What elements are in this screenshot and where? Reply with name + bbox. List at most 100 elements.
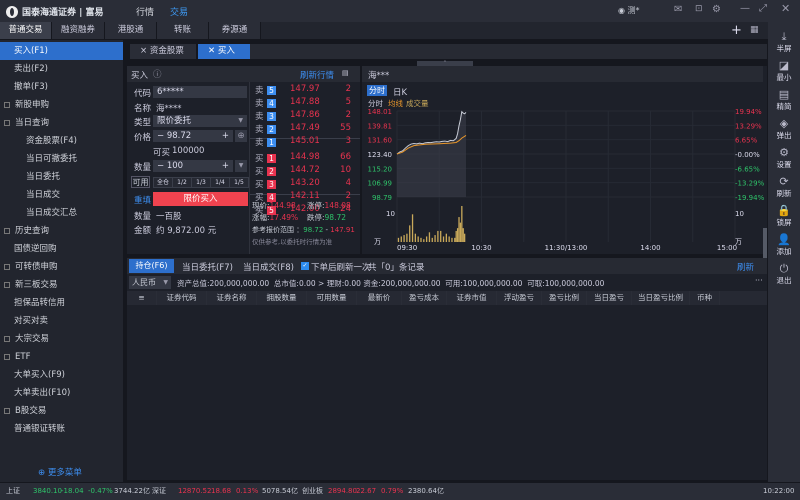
bid-row[interactable]: 买 1 144.98 66 <box>255 152 355 165</box>
toolbar-button[interactable]: ▤ 精简 <box>768 88 800 112</box>
tab-transfer[interactable]: 转账 <box>157 22 209 39</box>
column-header[interactable]: 证券代码 <box>157 291 207 305</box>
position-fraction-button[interactable]: 1/5 <box>229 177 249 188</box>
nav-trade[interactable]: 交易 <box>170 5 188 18</box>
settings-icon[interactable]: ⚙ <box>712 4 721 15</box>
column-header[interactable]: 证券名称 <box>207 291 257 305</box>
nav-market[interactable]: 行情 <box>136 5 154 18</box>
column-settings-icon[interactable]: ≡ <box>127 291 157 305</box>
tab-funds-stocks[interactable]: × 资金股票 <box>130 44 196 59</box>
tab-today-trades[interactable]: 当日成交(F8) <box>243 261 294 273</box>
toolbar-button[interactable]: 🔒 锁屏 <box>768 204 800 228</box>
expand-icon[interactable] <box>4 281 10 288</box>
toolbar-button[interactable]: ⚙ 设置 <box>768 146 800 170</box>
column-header[interactable]: 可用数量 <box>307 291 357 305</box>
close-tab-icon[interactable]: ✕ <box>208 46 218 56</box>
column-header[interactable]: 当日盈亏比例 <box>632 291 690 305</box>
tab-buy[interactable]: ✕ 买入 <box>198 44 250 59</box>
position-fraction-button[interactable]: 全仓 <box>153 177 173 188</box>
sidebar-item[interactable]: ETF <box>0 348 123 366</box>
refresh-quote-link[interactable]: 刷新行情 <box>300 69 334 81</box>
sidebar-item[interactable]: 对买对卖 <box>0 312 123 330</box>
toolbar-button[interactable]: ⤓ 半屏 <box>768 30 800 54</box>
toolbar-button[interactable]: ⏻ 退出 <box>768 262 800 286</box>
limit-buy-button[interactable]: 限价买入 <box>153 192 248 206</box>
available-button[interactable]: 可用 <box>131 176 150 188</box>
plus-icon[interactable]: + <box>222 130 229 142</box>
position-fraction-button[interactable]: 1/2 <box>172 177 192 188</box>
sidebar-item[interactable]: 新三板交易 <box>0 276 123 294</box>
ask-row[interactable]: 卖 2 147.49 55 <box>255 123 355 136</box>
sidebar-item[interactable]: 大单卖出(F10) <box>0 384 123 402</box>
sidebar-item[interactable]: 大单买入(F9) <box>0 366 123 384</box>
toolbar-button[interactable]: ⟳ 刷新 <box>768 175 800 199</box>
qty-stepper[interactable]: − 100 + <box>153 160 233 172</box>
bid-row[interactable]: 买 2 144.72 10 <box>255 165 355 178</box>
expand-icon[interactable] <box>4 335 10 342</box>
minus-icon[interactable]: − <box>157 131 167 141</box>
lock-icon[interactable]: ⊡ <box>695 4 703 14</box>
code-input[interactable]: 6***** <box>153 86 247 98</box>
expand-icon[interactable] <box>4 227 10 234</box>
more-icon[interactable]: ··· <box>755 276 763 285</box>
add-tab-icon[interactable]: + <box>731 23 742 38</box>
position-fraction-button[interactable]: 1/4 <box>210 177 230 188</box>
tab-normal-trade[interactable]: 普通交易 <box>0 22 52 39</box>
sidebar-item[interactable]: 大宗交易 <box>0 330 123 348</box>
ask-row[interactable]: 卖 5 147.97 2 <box>255 84 355 97</box>
sidebar-item[interactable]: 当日可撤委托 <box>0 150 123 168</box>
user-menu[interactable]: ◉ 测* <box>618 5 640 16</box>
sidebar-item[interactable]: 当日成交 <box>0 186 123 204</box>
tab-hk-connect[interactable]: 港股通 <box>105 22 157 39</box>
sidebar-item[interactable]: 当日查询 <box>0 114 123 132</box>
plus-icon[interactable]: + <box>222 160 229 172</box>
minimize-button[interactable]: — <box>740 3 750 14</box>
more-menu-button[interactable]: ⊕ 更多菜单 <box>38 464 82 482</box>
refresh-positions-link[interactable]: 刷新 <box>737 261 754 273</box>
expand-icon[interactable] <box>4 353 10 360</box>
price-stepper[interactable]: − 98.72 + <box>153 130 233 142</box>
sidebar-item[interactable]: 当日委托 <box>0 168 123 186</box>
tab-securities-source[interactable]: 券源通 <box>209 22 261 39</box>
sidebar-item[interactable]: 普通银证转账 <box>0 420 123 438</box>
minus-icon[interactable]: − <box>157 161 167 171</box>
refresh-after-checkbox[interactable]: ✓ <box>301 262 309 270</box>
expand-icon[interactable] <box>4 119 10 126</box>
bid-row[interactable]: 买 3 143.20 4 <box>255 178 355 191</box>
sidebar-item[interactable]: 撤单(F3) <box>0 78 123 96</box>
sidebar-item[interactable]: 新股申购 <box>0 96 123 114</box>
column-header[interactable]: 盈亏比例 <box>542 291 587 305</box>
sidebar-item[interactable]: 资金股票(F4) <box>0 132 123 150</box>
tab-today-orders[interactable]: 当日委托(F7) <box>182 261 233 273</box>
position-fraction-button[interactable]: 1/3 <box>191 177 211 188</box>
reset-button[interactable]: 重填 <box>134 194 151 206</box>
scrollbar[interactable] <box>763 228 767 258</box>
toolbar-button[interactable]: 👤 添加 <box>768 233 800 257</box>
expand-icon[interactable] <box>4 407 10 414</box>
sidebar-item[interactable]: 担保品转信用 <box>0 294 123 312</box>
sidebar-item[interactable]: 可转债申购 <box>0 258 123 276</box>
order-type-select[interactable]: 限价委托 ▼ <box>153 115 247 127</box>
close-tab-icon[interactable]: × <box>140 46 150 56</box>
sidebar-item[interactable]: 历史查询 <box>0 222 123 240</box>
sidebar-item[interactable]: 买入(F1) <box>0 42 123 60</box>
column-header[interactable]: 币种 <box>690 291 720 305</box>
close-button[interactable]: ✕ <box>781 2 790 15</box>
column-header[interactable]: 拥股数量 <box>257 291 307 305</box>
column-header[interactable]: 证券市值 <box>447 291 497 305</box>
price-pick-icon[interactable]: ⊕ <box>235 130 247 142</box>
toolbar-button[interactable]: ◈ 弹出 <box>768 117 800 141</box>
column-header[interactable]: 盈亏成本 <box>402 291 447 305</box>
expand-icon[interactable] <box>4 101 10 108</box>
sidebar-item[interactable]: 当日成交汇总 <box>0 204 123 222</box>
quote-settings-icon[interactable]: ▤ <box>342 69 349 77</box>
sidebar-item[interactable]: 国债逆回购 <box>0 240 123 258</box>
ask-row[interactable]: 卖 3 147.86 2 <box>255 110 355 123</box>
column-header[interactable]: 浮动盈亏 <box>497 291 542 305</box>
sidebar-item[interactable]: 卖出(F2) <box>0 60 123 78</box>
tab-holdings[interactable]: 持仓(F6) <box>129 259 174 273</box>
info-icon[interactable]: ⓘ <box>153 68 162 80</box>
ask-row[interactable]: 卖 1 145.01 3 <box>255 136 355 149</box>
sidebar-item[interactable]: B股交易 <box>0 402 123 420</box>
column-header[interactable]: 最新价 <box>357 291 402 305</box>
